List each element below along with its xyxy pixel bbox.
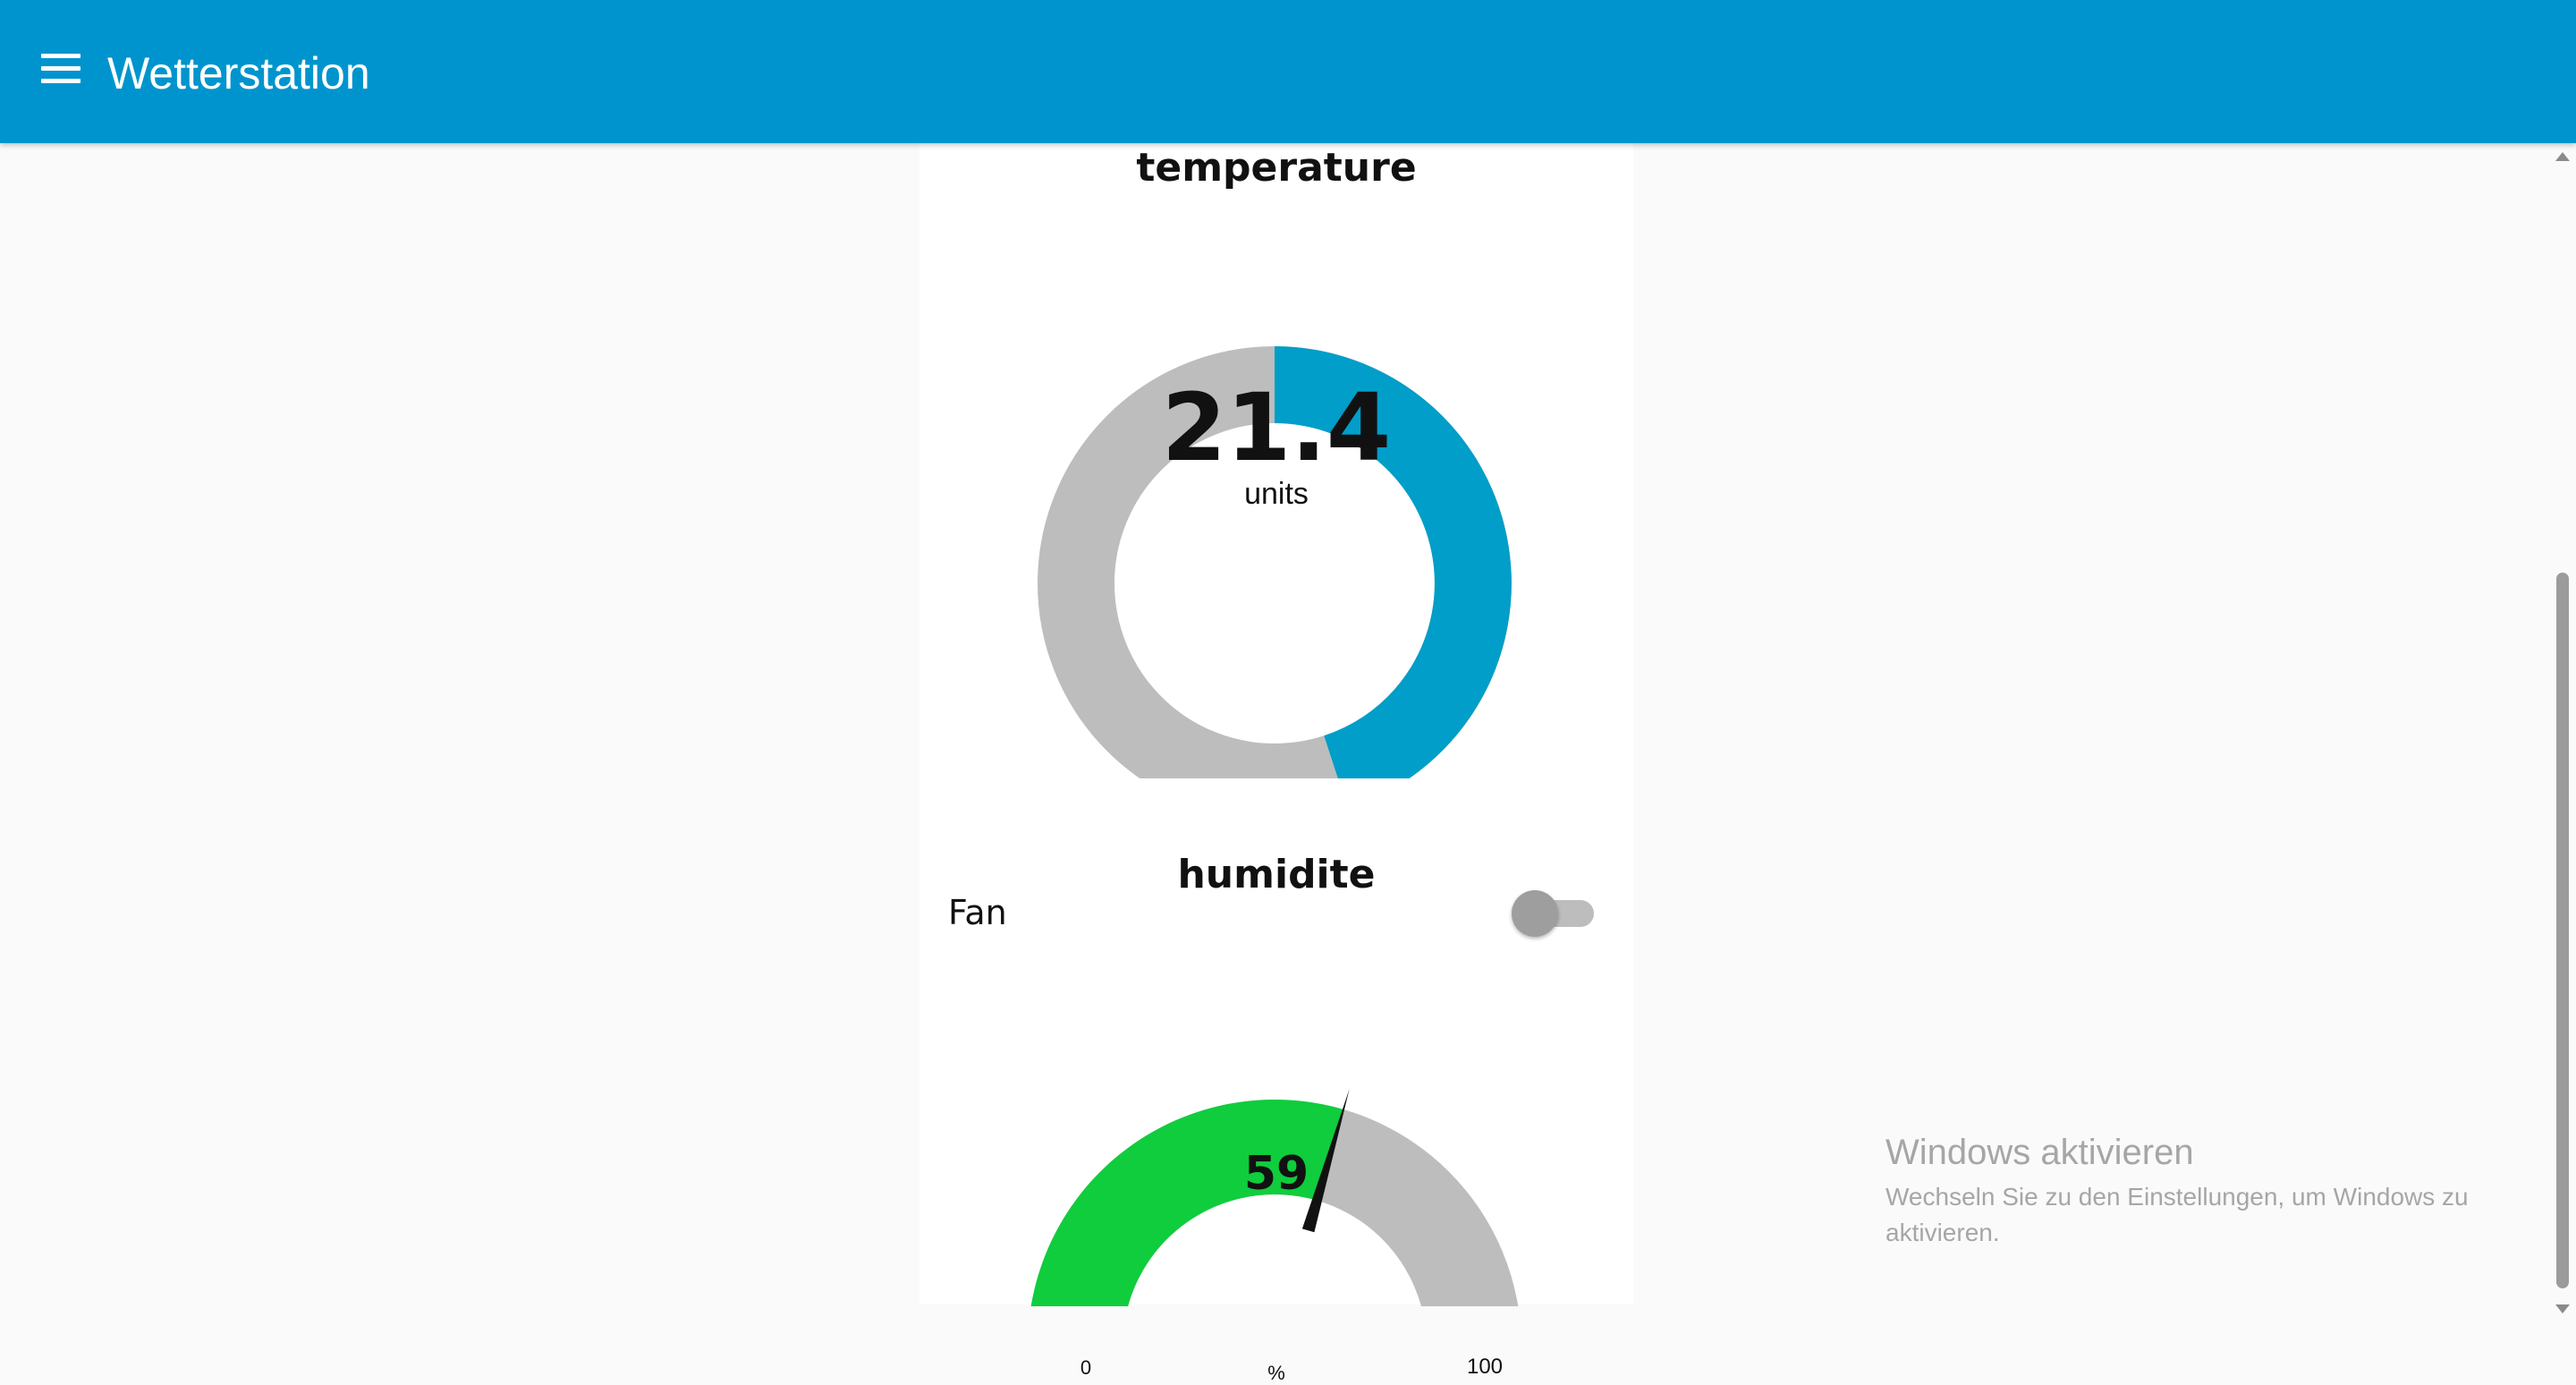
humidity-min-label: 0 — [1080, 1356, 1092, 1379]
temperature-gauge-title: temperature — [1136, 145, 1417, 191]
temperature-value: 21.4 — [1161, 373, 1392, 482]
windows-activation-text: Wechseln Sie zu den Einstellungen, um Wi… — [1885, 1183, 2469, 1246]
dashboard-card: temperature 21.4 units Fan humidite 59 %… — [919, 143, 1633, 1384]
vertical-scrollbar[interactable] — [2551, 143, 2576, 1322]
humidity-gauge-title: humidite — [1177, 852, 1376, 897]
temperature-units: units — [1244, 477, 1309, 511]
scroll-down-arrow-icon[interactable] — [2555, 1304, 2570, 1313]
humidity-unit: % — [1267, 1362, 1285, 1384]
humidity-max-label: 100 — [1466, 1355, 1504, 1379]
humidity-gauge — [1030, 1088, 1519, 1306]
humidity-value: 59 — [1243, 1147, 1309, 1201]
scroll-up-arrow-icon[interactable] — [2555, 152, 2570, 161]
app-title: Wetterstation — [107, 48, 370, 98]
windows-activation-title: Windows aktivieren — [1885, 1133, 2194, 1172]
hamburger-menu-icon[interactable] — [38, 54, 86, 93]
humidity-gauge-fill — [1030, 1100, 1343, 1306]
app-header: Wetterstation — [0, 0, 2576, 143]
scrollbar-thumb[interactable] — [2556, 573, 2569, 1288]
